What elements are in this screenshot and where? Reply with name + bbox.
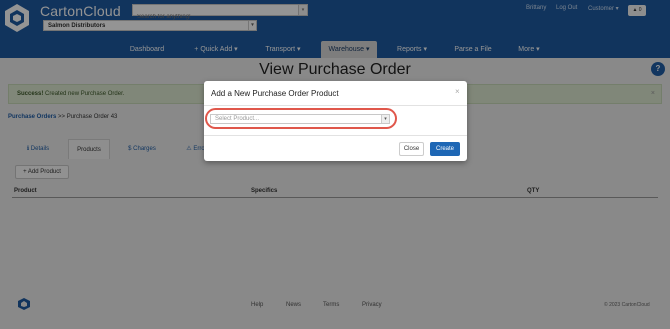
modal-backdrop[interactable]: [0, 0, 670, 329]
modal-title: Add a New Purchase Order Product: [211, 89, 339, 98]
add-product-modal: Add a New Purchase Order Product × Selec…: [204, 81, 467, 161]
modal-divider: [204, 135, 467, 136]
annotation-highlight: [205, 108, 397, 129]
create-button[interactable]: Create: [430, 142, 460, 156]
modal-divider: [204, 105, 467, 106]
close-button[interactable]: Close: [399, 142, 424, 156]
close-icon[interactable]: ×: [455, 87, 460, 96]
